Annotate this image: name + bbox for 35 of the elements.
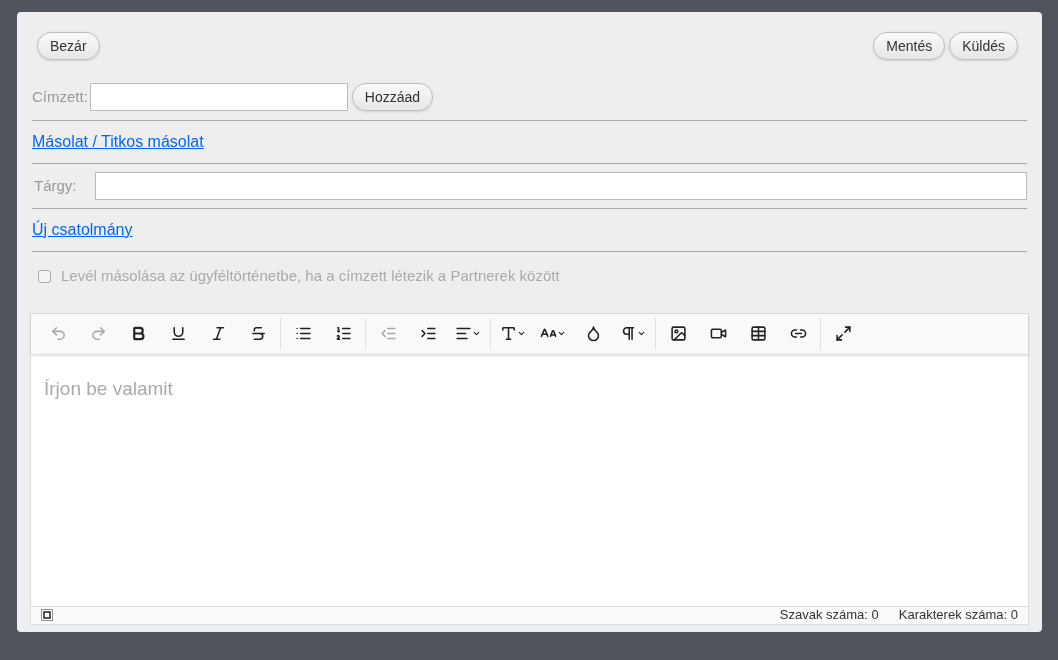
subject-field[interactable]: [95, 172, 1027, 200]
strikethrough-icon: [249, 325, 267, 342]
font-icon: [500, 325, 517, 342]
editor-placeholder: Írjon be valamit: [44, 377, 173, 399]
indent-icon: [419, 325, 437, 342]
redo-icon: [89, 325, 107, 342]
caret-icon: [637, 329, 646, 338]
resize-icon: [41, 609, 53, 621]
character-count: Karakterek száma: 0: [898, 606, 1018, 625]
cc-bcc-link[interactable]: Másolat / Titkos másolat: [32, 133, 204, 150]
underline-icon: [169, 325, 187, 342]
numbered-list-icon: [334, 325, 352, 342]
align-icon: [455, 325, 472, 342]
caret-icon: [517, 329, 526, 338]
copy-option-label: Levél másolása az ügyféltörténetbe, ha a címzett létezik a Partnerek között: [61, 266, 560, 286]
recipient-label: Címzett:: [32, 86, 88, 107]
word-count: Szavak száma: 0: [779, 606, 879, 625]
outdent-icon: [379, 325, 397, 342]
table-icon: [749, 325, 767, 342]
caret-icon: [472, 329, 481, 338]
new-attachment-link[interactable]: Új csatolmány: [32, 221, 133, 238]
undo-icon: [49, 325, 67, 342]
checkbox[interactable]: [38, 269, 51, 283]
fullscreen-icon: [834, 325, 852, 342]
add-button[interactable]: Hozzáad: [351, 83, 434, 111]
video-camera-icon: [709, 325, 727, 342]
recipient-field[interactable]: [89, 83, 348, 111]
close-button[interactable]: Bezár: [37, 32, 100, 60]
paragraph-icon: [620, 325, 637, 342]
bulleted-list-icon: [294, 325, 312, 342]
save-button[interactable]: Mentés: [873, 32, 946, 60]
image-icon: [669, 325, 687, 342]
caret-icon: [557, 329, 566, 338]
send-button[interactable]: Küldés: [949, 32, 1018, 60]
subject-label: Tárgy:: [33, 175, 78, 196]
